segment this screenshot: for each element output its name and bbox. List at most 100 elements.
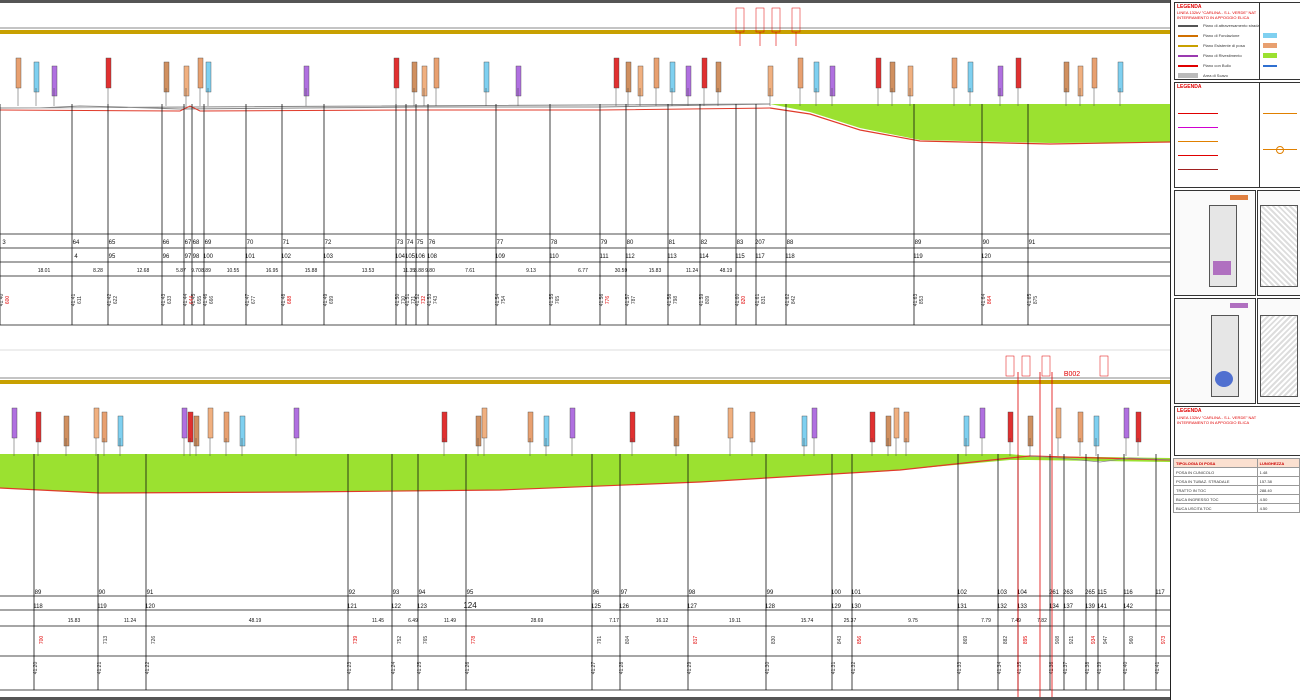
table-row: BUCA INGRESSO TOC 4.50 — [1173, 494, 1300, 504]
bottom-chainage-label: 765 — [423, 636, 429, 645]
bottom-sequence-label: 130 — [851, 604, 862, 610]
bottom-pin-marker — [207, 407, 214, 439]
top-distance-label: 48.19 — [720, 268, 733, 274]
bottom-distance-label: 6.49 — [408, 618, 418, 624]
bottom-distance-label: 16.12 — [656, 618, 669, 624]
top-pin-marker — [1117, 61, 1124, 93]
bottom-elevation-label: 41.37 — [1063, 662, 1069, 675]
bottom-station-label: 99 — [767, 590, 774, 596]
top-pin-marker — [951, 57, 958, 89]
top-pin-marker — [997, 65, 1004, 97]
top-sequence-label: 119 — [913, 254, 923, 260]
bottom-station-label: 90 — [99, 590, 106, 596]
bottom-distance-label: 19.11 — [729, 618, 741, 624]
top-pin-marker — [51, 65, 58, 97]
legend-box-main: LEGENDA LINEA 132kV "CARLINA - S.L. VERD… — [1174, 2, 1263, 80]
bottom-red-annotation — [1005, 355, 1015, 377]
top-chainage-label: 611 — [77, 296, 83, 304]
bottom-sequence-label: 125 — [591, 604, 602, 610]
bottom-elevation-label: 41.29 — [687, 662, 693, 675]
table-row: TRATTO IN TOC 288.40 — [1173, 485, 1300, 495]
top-pin-marker — [767, 65, 774, 97]
top-station-label: 91 — [1029, 240, 1036, 246]
bottom-elevation-label: 41.30 — [765, 662, 771, 675]
bottom-pin-marker — [1007, 411, 1014, 443]
table-row: POSA IN TUBAZ. STRADALE 157.38 — [1173, 476, 1300, 486]
bottom-pin-marker — [527, 411, 534, 443]
top-sequence-label: 103 — [323, 254, 334, 260]
top-pin-marker — [813, 61, 820, 93]
bottom-elevation-label: 41.38 — [1085, 662, 1091, 675]
legend-swatch — [1178, 25, 1198, 27]
bottom-chainage-label: 830 — [771, 636, 777, 645]
bottom-distance-label: 7.82 — [1037, 618, 1047, 624]
bottom-station-label: 100 — [831, 590, 842, 596]
top-sequence-label: 100 — [203, 254, 214, 260]
top-chainage-label: 743 — [433, 296, 439, 305]
bottom-pin-marker — [193, 415, 200, 447]
legend-swatch — [1178, 65, 1198, 67]
bottom-elevation-label: 41.31 — [831, 662, 837, 675]
top-pin-marker — [685, 65, 692, 97]
top-station-label: 74 — [407, 240, 414, 246]
bottom-pin-marker — [481, 407, 488, 439]
legend-subtitle-4: INTERRAMENTO IN APPOGGIO ELICA — [1177, 420, 1250, 425]
section-detail-4 — [1257, 298, 1300, 404]
bottom-pin-marker — [629, 411, 636, 443]
legend-swatch — [1178, 55, 1198, 57]
top-surface-line — [0, 103, 771, 110]
bottom-pin-marker — [869, 411, 876, 443]
top-station-label: 90 — [983, 240, 990, 246]
top-station-label: 70 — [247, 240, 254, 246]
bottom-pin-marker — [1123, 407, 1130, 439]
bottom-pin-marker — [1093, 415, 1100, 447]
top-station-label: 83 — [737, 240, 744, 246]
top-pin-marker — [1091, 57, 1098, 89]
legend-swatch — [1178, 73, 1198, 78]
top-distance-label: 12.68 — [137, 268, 150, 274]
top-sequence-label: 109 — [495, 254, 506, 260]
legend-box-lines-side — [1259, 82, 1300, 188]
bottom-sequence-label: 131 — [957, 604, 968, 610]
top-chainage-label: 754 — [501, 296, 507, 305]
bottom-pin-marker — [569, 407, 576, 439]
table-header-cell: LUNGHEZZA — [1256, 458, 1300, 468]
top-pin-marker — [421, 65, 428, 97]
top-chainage-label: 666 — [209, 296, 215, 305]
posa-summary-table: TIPOLOGIA DI POSA LUNGHEZZA POSA IN CUNI… — [1173, 458, 1300, 513]
top-distance-label: 13.53 — [362, 268, 375, 274]
bottom-distance-label: 11.24 — [124, 618, 136, 624]
profile-drawing[interactable]: 3 64 65 66 67 68 69 70 71 72 73 74 75 76 77 78 79 80 81 82 8… — [0, 0, 1170, 700]
bottom-chainage-label: 947 — [1103, 636, 1109, 645]
table-header-cell: TIPOLOGIA DI POSA — [1173, 458, 1258, 468]
top-pin-marker — [33, 61, 40, 93]
top-pin-marker — [163, 61, 170, 93]
bottom-pin-marker — [1055, 407, 1062, 439]
top-chainage-label: 600 — [5, 296, 11, 305]
top-sequence-label: 4 — [74, 254, 78, 260]
top-station-label: 3 — [2, 240, 6, 246]
bottom-pin-marker — [475, 415, 482, 447]
bottom-elevation-label: 41.25 — [417, 662, 423, 675]
bottom-elevation-label: 41.40 — [1123, 662, 1129, 675]
top-chainage-label: 864 — [987, 296, 993, 305]
bottom-chainage-label: 895 — [1023, 636, 1029, 645]
bottom-chainage-label: 752 — [397, 636, 403, 645]
bottom-pin-marker — [101, 411, 108, 443]
top-sequence-label: 115 — [735, 254, 745, 260]
bottom-pin-marker — [543, 415, 550, 447]
legend-row: Area di Scavo — [1203, 73, 1228, 78]
top-chainage-label: 688 — [287, 296, 293, 305]
bottom-elevation-label: 41.27 — [591, 662, 597, 675]
bottom-elevation-label: 41.34 — [997, 662, 1003, 675]
bottom-elevation-label: 41.33 — [957, 662, 963, 675]
bottom-pin-marker — [1077, 411, 1084, 443]
top-pin-marker — [701, 57, 708, 89]
cad-drawing-viewer[interactable]: 3 64 65 66 67 68 69 70 71 72 73 74 75 76 77 78 79 80 81 82 8… — [0, 0, 1300, 700]
top-distance-label: 10.55 — [227, 268, 240, 274]
bottom-station-label: 104 — [1017, 590, 1028, 596]
top-sequence-label: 110 — [549, 254, 559, 260]
top-distance-label: 8.28 — [93, 268, 103, 274]
top-pin-marker — [653, 57, 660, 89]
top-ground-fill — [770, 104, 1170, 143]
